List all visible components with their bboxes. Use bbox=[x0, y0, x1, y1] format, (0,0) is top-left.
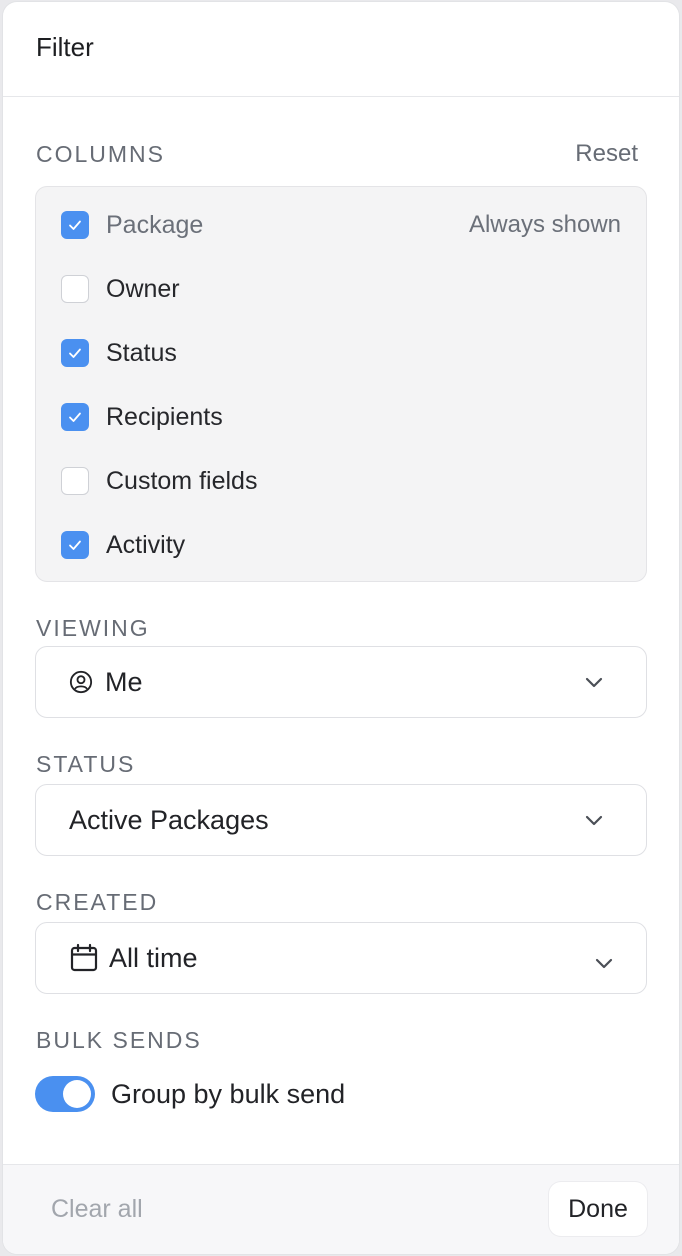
always-shown-note: Always shown bbox=[468, 211, 621, 238]
bulk-sends-section-label: BULK SENDS bbox=[36, 1027, 202, 1053]
activity-checkbox[interactable] bbox=[61, 531, 89, 559]
status-checkbox[interactable] bbox=[61, 339, 89, 367]
group-by-bulk-send-toggle[interactable] bbox=[35, 1076, 95, 1112]
package-checkbox[interactable] bbox=[61, 211, 89, 239]
panel-header: Filter bbox=[3, 2, 679, 97]
column-option-status[interactable]: Status bbox=[61, 331, 621, 375]
recipients-checkbox[interactable] bbox=[61, 403, 89, 431]
column-option-label: Custom fields bbox=[106, 466, 258, 495]
check-icon bbox=[69, 540, 81, 550]
viewing-value: Me bbox=[105, 666, 143, 697]
column-option-label: Recipients bbox=[106, 402, 223, 431]
column-option-package[interactable]: Package Always shown bbox=[61, 203, 621, 247]
user-circle-icon bbox=[69, 669, 95, 695]
done-button[interactable]: Done bbox=[549, 1182, 647, 1236]
check-icon bbox=[69, 220, 81, 230]
column-option-label: Status bbox=[106, 338, 177, 367]
clear-all-button[interactable]: Clear all bbox=[51, 1195, 143, 1224]
status-value: Active Packages bbox=[69, 804, 269, 835]
chevron-down-icon bbox=[595, 958, 613, 969]
panel-footer: Clear all Done bbox=[3, 1164, 679, 1254]
filter-panel: Filter COLUMNS Reset Package Always show… bbox=[3, 2, 679, 1254]
chevron-down-icon bbox=[585, 815, 603, 826]
chevron-down-icon bbox=[585, 677, 603, 688]
toggle-knob bbox=[63, 1080, 91, 1108]
calendar-icon bbox=[69, 943, 99, 972]
viewing-section-label: VIEWING bbox=[36, 615, 150, 641]
group-by-bulk-send-row[interactable]: Group by bulk send bbox=[35, 1076, 345, 1112]
status-select[interactable]: Active Packages bbox=[35, 784, 647, 856]
check-icon bbox=[69, 412, 81, 422]
created-section-label: CREATED bbox=[36, 889, 159, 915]
column-option-label: Activity bbox=[106, 530, 186, 559]
check-icon bbox=[69, 348, 81, 358]
created-value: All time bbox=[109, 942, 198, 973]
column-option-recipients[interactable]: Recipients bbox=[61, 395, 621, 439]
viewing-select[interactable]: Me bbox=[35, 646, 647, 718]
columns-section-label: COLUMNS bbox=[36, 141, 166, 167]
toggle-label: Group by bulk send bbox=[111, 1078, 346, 1109]
columns-list: Package Always shown Owner Status Recipi… bbox=[35, 186, 647, 582]
column-option-owner[interactable]: Owner bbox=[61, 267, 621, 311]
column-option-label: Package bbox=[106, 210, 204, 239]
created-select[interactable]: All time bbox=[35, 922, 647, 994]
status-section-label: STATUS bbox=[36, 751, 136, 777]
column-option-activity[interactable]: Activity bbox=[61, 523, 621, 567]
owner-checkbox[interactable] bbox=[61, 275, 89, 303]
column-option-label: Owner bbox=[106, 274, 180, 303]
column-option-custom-fields[interactable]: Custom fields bbox=[61, 459, 621, 503]
custom-fields-checkbox[interactable] bbox=[61, 467, 89, 495]
panel-title: Filter bbox=[36, 31, 94, 62]
reset-button[interactable]: Reset bbox=[575, 140, 638, 168]
